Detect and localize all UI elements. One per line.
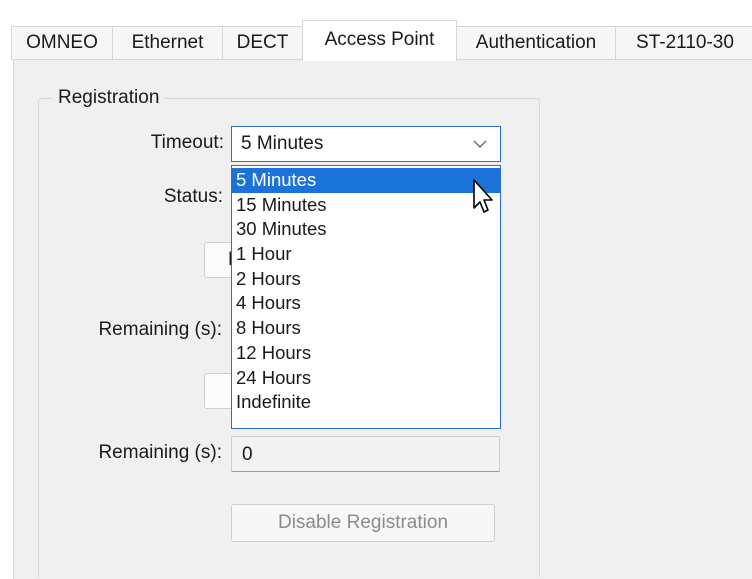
tab-authentication[interactable]: Authentication bbox=[456, 26, 616, 60]
dropdown-option-24-hours[interactable]: 24 Hours bbox=[232, 366, 500, 391]
registration-group-title: Registration bbox=[52, 86, 166, 110]
timeout-combobox[interactable]: 5 Minutes bbox=[231, 126, 501, 162]
tab-strip: OMNEO Ethernet DECT Access Point Authent… bbox=[0, 0, 752, 61]
dropdown-option-2-hours[interactable]: 2 Hours bbox=[232, 267, 500, 292]
status-label: Status: bbox=[163, 186, 223, 207]
dropdown-option-1-hour[interactable]: 1 Hour bbox=[232, 242, 500, 267]
tab-omneo[interactable]: OMNEO bbox=[11, 26, 113, 60]
chevron-down-icon bbox=[473, 140, 487, 148]
mouse-pointer-icon bbox=[473, 179, 493, 213]
remaining-value: 0 bbox=[242, 444, 253, 465]
dropdown-option-8-hours[interactable]: 8 Hours bbox=[232, 316, 500, 341]
remaining-label-2: Remaining (s): bbox=[98, 442, 222, 463]
dropdown-option-5-minutes[interactable]: 5 Minutes bbox=[232, 168, 500, 193]
tab-ethernet[interactable]: Ethernet bbox=[112, 26, 223, 60]
timeout-dropdown-list: 5 Minutes 15 Minutes 30 Minutes 1 Hour 2… bbox=[231, 165, 501, 429]
timeout-label: Timeout: bbox=[150, 132, 224, 153]
tab-access-point[interactable]: Access Point bbox=[302, 20, 457, 61]
dropdown-option-15-minutes[interactable]: 15 Minutes bbox=[232, 193, 500, 218]
dropdown-option-indefinite[interactable]: Indefinite bbox=[232, 390, 500, 415]
dropdown-option-30-minutes[interactable]: 30 Minutes bbox=[232, 217, 500, 242]
remaining-field: 0 bbox=[231, 436, 500, 472]
tab-st-2110-30[interactable]: ST-2110-30 bbox=[615, 26, 752, 60]
disable-registration-button[interactable]: Disable Registration bbox=[231, 504, 495, 542]
tab-dect[interactable]: DECT bbox=[222, 26, 303, 60]
timeout-combobox-value: 5 Minutes bbox=[241, 133, 324, 154]
remaining-label-1: Remaining (s): bbox=[98, 319, 222, 340]
dropdown-option-4-hours[interactable]: 4 Hours bbox=[232, 291, 500, 316]
dropdown-option-12-hours[interactable]: 12 Hours bbox=[232, 341, 500, 366]
